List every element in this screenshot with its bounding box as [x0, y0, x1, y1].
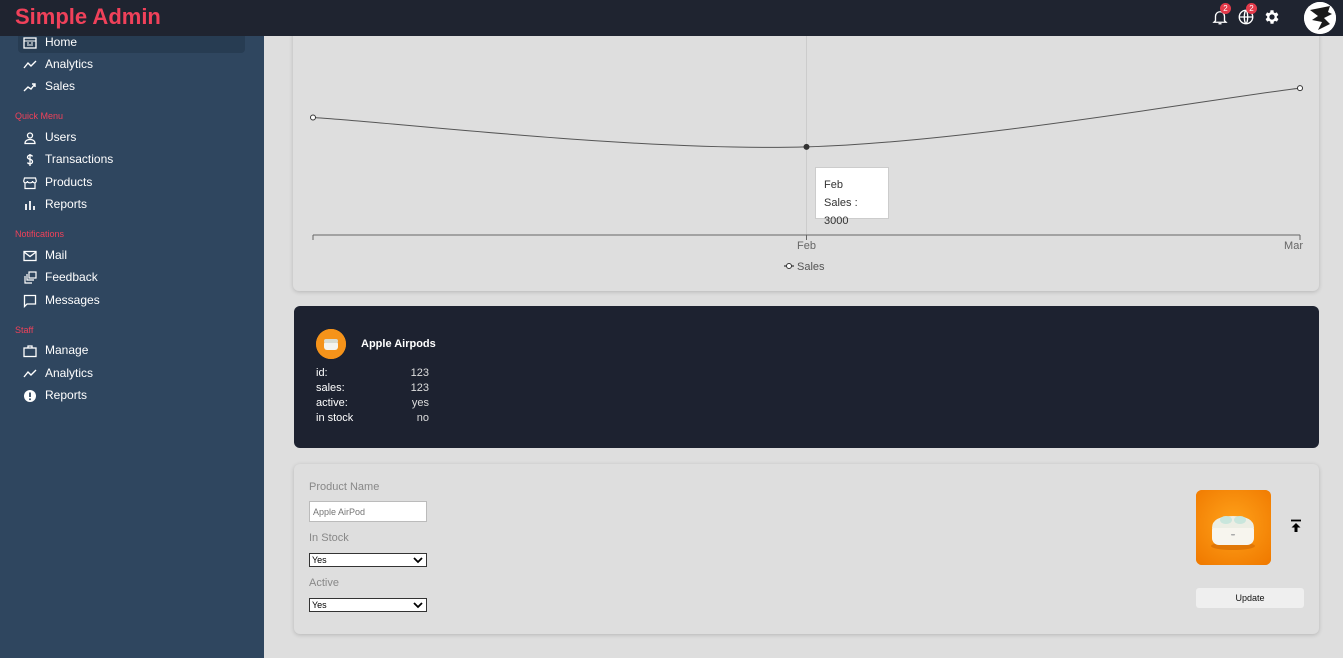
chevron-down-icon: [413, 557, 423, 564]
chat-bubble-icon: [23, 294, 37, 308]
tooltip-category: Feb: [824, 179, 843, 191]
legend-label: Sales: [797, 261, 825, 273]
sidebar-item-products[interactable]: Products: [18, 172, 245, 193]
sidebar-item-analytics[interactable]: Analytics: [18, 54, 245, 75]
chart-tooltip: Feb Sales : 3000: [815, 167, 889, 227]
product-edit-form: Product Name In Stock Yes Active Yes: [294, 464, 1319, 634]
product-name: Apple Airpods: [361, 338, 436, 350]
data-point: [310, 114, 316, 121]
sidebar-item-label: Sales: [45, 79, 76, 93]
active-selected: Yes: [312, 600, 327, 610]
data-point: [803, 143, 810, 150]
upload-button[interactable]: [1289, 519, 1303, 533]
mail-icon: [23, 250, 37, 262]
product-name-input[interactable]: [309, 501, 427, 522]
sidebar: Home Analytics Sales Quick Menu Users Tr…: [0, 32, 264, 658]
topbar: Simple Admin 2 2: [0, 0, 1343, 36]
work-icon: [23, 345, 37, 358]
section-title-notifications: Notifications: [15, 229, 65, 239]
sales-chart-card: Feb Mar Sales Feb Sales : 3000: [293, 20, 1319, 291]
product-info-card: Apple Airpods id: 123 sales: 123 active:…: [294, 306, 1319, 448]
info-value: 123: [410, 382, 429, 394]
sidebar-item-label: Users: [45, 130, 77, 144]
app-logo[interactable]: Simple Admin: [15, 4, 161, 30]
storefront-icon: [23, 177, 37, 190]
info-key: sales:: [316, 382, 345, 394]
sidebar-item-reports[interactable]: Reports: [18, 194, 245, 215]
chart-legend: Sales: [784, 261, 825, 273]
sidebar-item-label: Messages: [45, 293, 100, 307]
airpods-image: [1196, 490, 1271, 565]
product-avatar: [316, 329, 346, 359]
sales-line-chart[interactable]: Feb Mar Sales: [293, 20, 1319, 291]
sidebar-item-label: Analytics: [45, 366, 94, 380]
info-value: no: [416, 412, 429, 424]
bar-chart-icon: [25, 201, 35, 210]
timeline-icon: [23, 60, 37, 69]
info-key: in stock: [316, 412, 354, 424]
info-key: id:: [316, 367, 328, 379]
language-badge: 2: [1246, 3, 1257, 14]
language-button[interactable]: 2: [1237, 3, 1257, 26]
info-value: 123: [410, 367, 429, 379]
active-label: Active: [309, 577, 339, 589]
sidebar-item-sales[interactable]: Sales: [18, 76, 245, 97]
user-avatar[interactable]: [1304, 2, 1336, 34]
trending-up-icon: [23, 83, 36, 92]
sidebar-item-users[interactable]: Users: [18, 127, 245, 148]
sidebar-item-label: Home: [45, 35, 78, 49]
x-tick-label: Mar: [1284, 240, 1303, 252]
sidebar-item-label: Manage: [45, 343, 89, 357]
data-point: [1297, 85, 1303, 92]
timeline-icon: [23, 369, 37, 378]
sidebar-item-label: Reports: [45, 388, 88, 402]
legend-marker-icon: [786, 263, 792, 269]
info-row-active: active: yes: [316, 396, 429, 411]
notifications-button[interactable]: 2: [1211, 3, 1231, 26]
sidebar-item-label: Analytics: [45, 57, 94, 71]
gear-icon: [1265, 10, 1279, 24]
user-icon: [24, 132, 36, 145]
sidebar-item-messages[interactable]: Messages: [18, 290, 245, 311]
tooltip-value: Sales : 3000: [824, 197, 858, 227]
info-row-id: id: 123: [316, 366, 429, 381]
product-image: [1196, 490, 1271, 565]
in-stock-label: In Stock: [309, 532, 349, 544]
settings-button[interactable]: [1263, 8, 1281, 26]
notifications-badge: 2: [1220, 3, 1231, 14]
section-title-quick-menu: Quick Menu: [15, 111, 64, 121]
report-icon: [24, 390, 36, 402]
chevron-down-icon: [413, 602, 423, 609]
sidebar-item-label: Feedback: [45, 270, 98, 284]
sidebar-item-label: Products: [45, 175, 93, 189]
sidebar-item-label: Mail: [45, 248, 68, 262]
in-stock-select[interactable]: Yes: [309, 553, 427, 567]
dynamic-feed-icon: [24, 271, 37, 284]
dollar-icon: [26, 154, 34, 166]
update-button[interactable]: Update: [1196, 588, 1304, 608]
in-stock-selected: Yes: [312, 555, 327, 565]
sidebar-item-manage[interactable]: Manage: [18, 340, 245, 361]
sidebar-item-staff-analytics[interactable]: Analytics: [18, 363, 245, 384]
product-name-label: Product Name: [309, 481, 380, 493]
dashboard-icon: [23, 37, 37, 49]
info-key: active:: [316, 397, 348, 409]
sidebar-item-label: Transactions: [45, 152, 114, 166]
publish-icon: [1291, 519, 1301, 532]
info-value: yes: [411, 397, 429, 409]
x-tick-label: Feb: [797, 240, 816, 252]
info-row-sales: sales: 123: [316, 381, 429, 396]
sidebar-item-label: Reports: [45, 197, 88, 211]
avatar-image: [1304, 2, 1336, 34]
section-title-staff: Staff: [15, 325, 34, 335]
info-row-in-stock: in stock no: [316, 411, 429, 426]
airpods-icon: [316, 329, 346, 359]
active-select[interactable]: Yes: [309, 598, 427, 612]
sidebar-item-mail[interactable]: Mail: [18, 245, 245, 266]
sidebar-item-feedback[interactable]: Feedback: [18, 267, 245, 288]
sidebar-item-transactions[interactable]: Transactions: [18, 149, 245, 170]
sidebar-item-staff-reports[interactable]: Reports: [18, 385, 245, 406]
